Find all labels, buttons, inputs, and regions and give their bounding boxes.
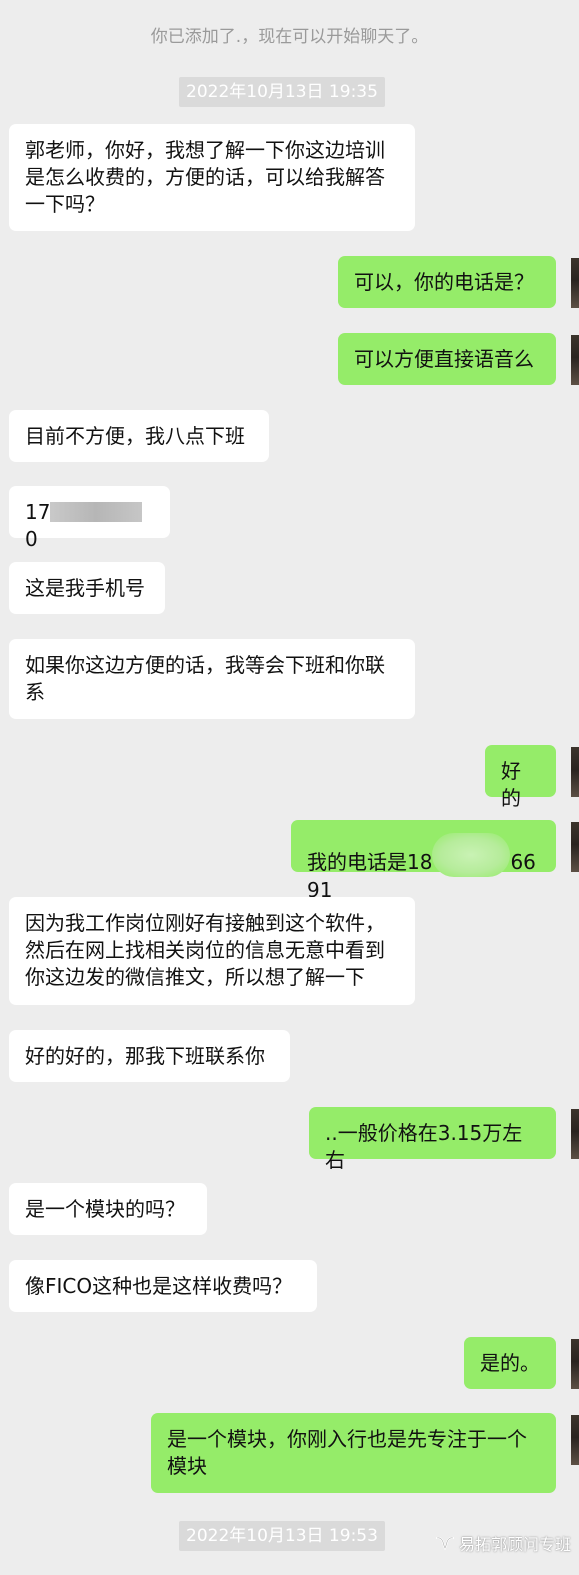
watermark: 易拓郭顾问专班	[435, 1531, 571, 1555]
message-bubble[interactable]: 是一个模块的吗？	[9, 1183, 207, 1235]
redaction-blur	[50, 502, 143, 522]
phone-suffix: 0	[25, 527, 38, 551]
timestamp: 2022年10月13日 19:35	[179, 77, 385, 107]
avatar[interactable]	[571, 747, 579, 797]
message-bubble[interactable]: ..一般价格在3.15万左右	[309, 1107, 556, 1172]
message-bubble[interactable]: 目前不方便，我八点下班	[9, 410, 269, 462]
avatar[interactable]	[571, 1109, 579, 1159]
watermark-text: 易拓郭顾问专班	[458, 1535, 571, 1554]
message-bubble[interactable]: 因为我工作岗位刚好有接触到这个软件，然后在网上找相关岗位的信息无意中看到你这边发…	[9, 897, 415, 1005]
message-bubble[interactable]: 这是我手机号	[9, 562, 165, 614]
message-bubble[interactable]: 是一个模块，你刚入行也是先专注于一个模块	[151, 1413, 556, 1493]
avatar[interactable]	[571, 822, 579, 872]
avatar[interactable]	[571, 1415, 579, 1465]
timestamp: 2022年10月13日 19:53	[179, 1521, 385, 1551]
phone-prefix: 17	[25, 500, 51, 524]
message-bubble[interactable]: 可以，你的电话是？	[338, 256, 556, 308]
message-bubble[interactable]: 是的。	[464, 1337, 556, 1389]
message-bubble[interactable]: 好的	[485, 745, 556, 810]
message-bubble[interactable]: 郭老师，你好，我想了解一下你这边培训是怎么收费的，方便的话，可以给我解答一下吗？	[9, 124, 415, 231]
message-bubble[interactable]: 可以方便直接语音么	[338, 333, 556, 385]
wechat-channel-icon	[435, 1536, 454, 1551]
message-bubble[interactable]: 170	[9, 486, 170, 551]
message-bubble[interactable]: 像FICO这种也是这样收费吗？	[9, 1260, 317, 1312]
system-notice: 你已添加了.，现在可以开始聊天了。	[150, 27, 429, 47]
redaction-blur	[432, 833, 511, 877]
message-bubble[interactable]: 好的好的，那我下班联系你	[9, 1030, 290, 1082]
message-bubble[interactable]: 如果你这边方便的话，我等会下班和你联系	[9, 639, 415, 719]
avatar[interactable]	[571, 1339, 579, 1389]
message-bubble[interactable]: 我的电话是18 6691	[291, 820, 556, 902]
avatar[interactable]	[571, 258, 579, 308]
phone-prefix: 我的电话是18	[307, 850, 433, 874]
avatar[interactable]	[571, 335, 579, 385]
